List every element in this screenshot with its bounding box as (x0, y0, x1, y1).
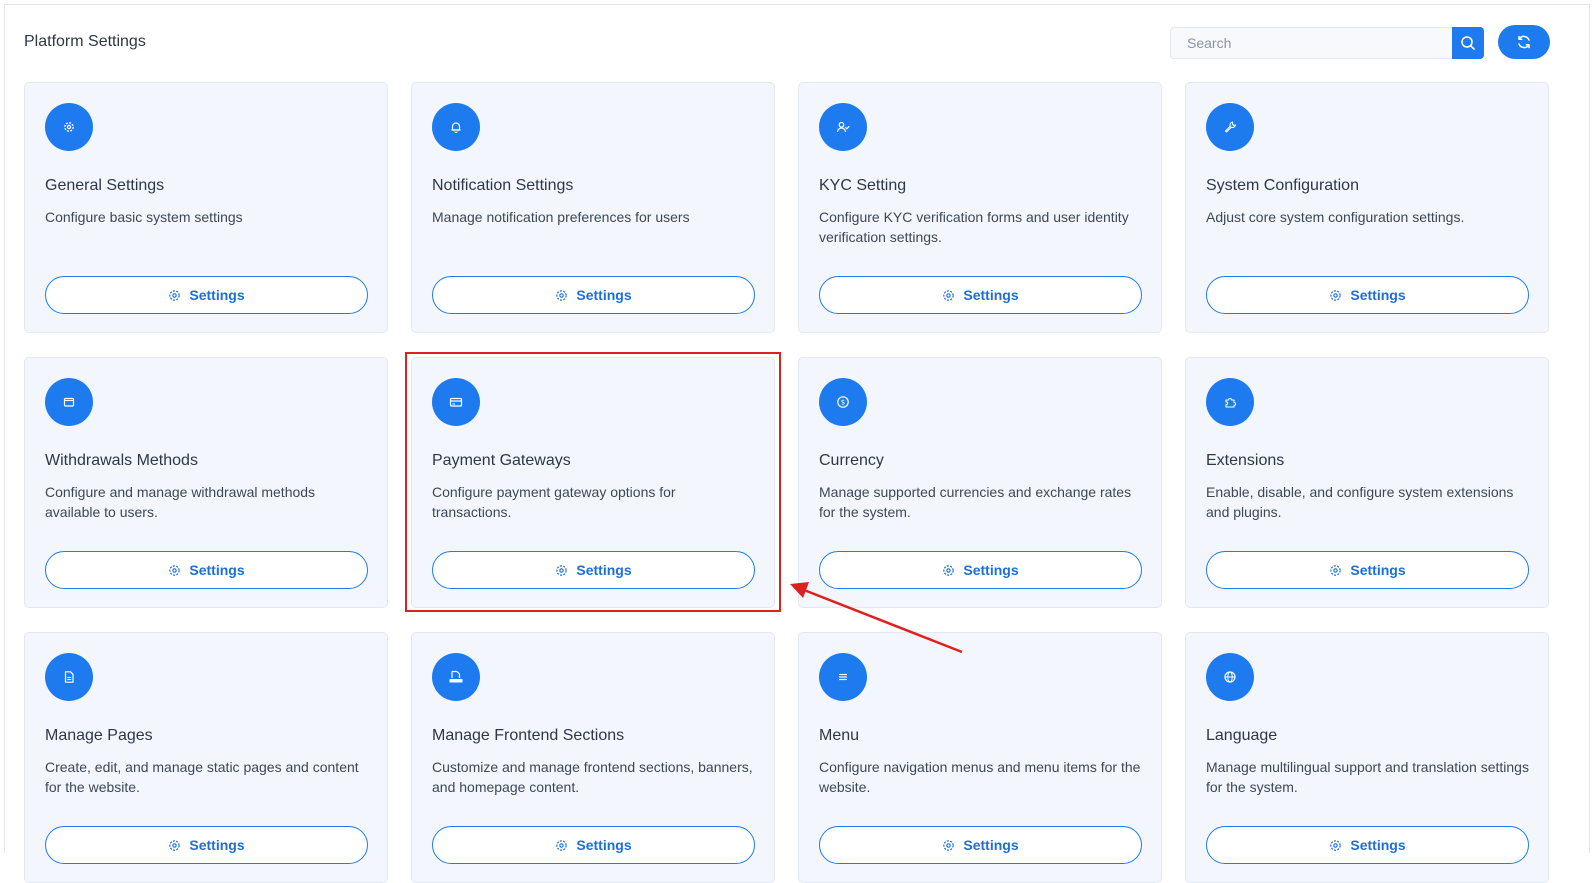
card-description: Enable, disable, and configure system ex… (1206, 484, 1514, 520)
card-title: Extensions (1206, 452, 1285, 469)
settings-button[interactable]: Settings (819, 826, 1142, 864)
card-description: Configure KYC verification forms and use… (819, 209, 1129, 245)
gear-icon (1330, 289, 1342, 301)
card-description: Configure payment gateway options for tr… (432, 484, 676, 520)
html-file-icon (432, 653, 480, 701)
card-title: Menu (819, 727, 860, 744)
card-manage-pages: Manage Pages Create, edit, and manage st… (24, 632, 388, 883)
refresh-icon (1518, 35, 1530, 49)
card-title: KYC Setting (819, 177, 907, 194)
card-title: System Configuration (1206, 177, 1359, 194)
card-description: Manage notification preferences for user… (432, 209, 690, 225)
settings-button-label: Settings (189, 287, 245, 303)
card-title: Manage Pages (45, 727, 153, 744)
settings-button[interactable]: Settings (45, 551, 368, 589)
svg-text:$: $ (841, 399, 845, 407)
card-description: Configure and manage withdrawal methods … (45, 484, 316, 520)
settings-button-label: Settings (1350, 562, 1406, 578)
settings-button[interactable]: Settings (432, 826, 755, 864)
gear-icon (556, 289, 568, 301)
settings-button[interactable]: Settings (432, 551, 755, 589)
card-title: Withdrawals Methods (45, 452, 198, 469)
gear-icon (556, 564, 568, 576)
settings-button-label: Settings (576, 837, 632, 853)
card-notification-settings: Notification Settings Manage notificatio… (411, 82, 775, 333)
card-title: Notification Settings (432, 177, 574, 194)
settings-button-label: Settings (963, 562, 1019, 578)
card-manage-frontend-sections: Manage Frontend Sections Customize and m… (411, 632, 775, 883)
settings-button[interactable]: Settings (819, 551, 1142, 589)
gear-icon (169, 289, 181, 301)
card-description: Manage supported currencies and exchange… (819, 484, 1132, 520)
settings-button-label: Settings (189, 562, 245, 578)
gear-icon (169, 839, 181, 851)
card-title: Manage Frontend Sections (432, 727, 625, 744)
card-title: Language (1206, 727, 1278, 744)
search-bar (1170, 27, 1484, 59)
search-icon (1461, 36, 1475, 50)
gear-icon (1330, 564, 1342, 576)
card-withdrawals-methods: Withdrawals Methods Configure and manage… (24, 357, 388, 608)
card-description: Configure navigation menus and menu item… (819, 759, 1141, 795)
dollar-circle-icon: $ (819, 378, 867, 426)
credit-card-icon (432, 378, 480, 426)
card-payment-gateways: Payment Gateways Configure payment gatew… (411, 357, 775, 608)
card-currency: $ Currency Manage supported currencies a… (798, 357, 1162, 608)
card-description: Create, edit, and manage static pages an… (45, 759, 359, 795)
file-icon (45, 653, 93, 701)
menu-icon (819, 653, 867, 701)
card-title: General Settings (45, 177, 165, 194)
settings-button-label: Settings (963, 287, 1019, 303)
gear-icon (1330, 839, 1342, 851)
settings-button[interactable]: Settings (819, 276, 1142, 314)
page-header: Platform Settings (5, 5, 1589, 81)
card-description: Configure basic system settings (45, 209, 243, 225)
wallet-icon (45, 378, 93, 426)
settings-button-label: Settings (576, 562, 632, 578)
card-kyc-setting: KYC Setting Configure KYC verification f… (798, 82, 1162, 333)
settings-button-label: Settings (963, 837, 1019, 853)
refresh-button[interactable] (1498, 25, 1550, 59)
settings-button-label: Settings (189, 837, 245, 853)
settings-button-label: Settings (1350, 287, 1406, 303)
globe-icon (1206, 653, 1254, 701)
card-system-configuration: System Configuration Adjust core system … (1185, 82, 1549, 333)
gear-icon (169, 564, 181, 576)
settings-button[interactable]: Settings (1206, 276, 1529, 314)
settings-button[interactable]: Settings (432, 276, 755, 314)
user-check-icon (819, 103, 867, 151)
page-title: Platform Settings (24, 33, 146, 50)
settings-button[interactable]: Settings (1206, 826, 1529, 864)
settings-button[interactable]: Settings (45, 826, 368, 864)
gear-icon (943, 839, 955, 851)
wrench-icon (1206, 103, 1254, 151)
card-description: Manage multilingual support and translat… (1206, 759, 1529, 795)
card-general-settings: General Settings Configure basic system … (24, 82, 388, 333)
card-description: Adjust core system configuration setting… (1206, 209, 1465, 225)
search-input[interactable] (1170, 27, 1452, 59)
gear-icon (45, 103, 93, 151)
card-title: Payment Gateways (432, 452, 571, 469)
card-title: Currency (819, 452, 884, 469)
card-extensions: Extensions Enable, disable, and configur… (1185, 357, 1549, 608)
platform-settings-page: Platform Settings Ge (4, 4, 1590, 883)
bell-icon (432, 103, 480, 151)
card-menu: Menu Configure navigation menus and menu… (798, 632, 1162, 883)
card-description: Customize and manage frontend sections, … (432, 759, 753, 795)
settings-button-label: Settings (1350, 837, 1406, 853)
gear-icon (943, 289, 955, 301)
puzzle-icon (1206, 378, 1254, 426)
card-language: Language Manage multilingual support and… (1185, 632, 1549, 883)
settings-button-label: Settings (576, 287, 632, 303)
settings-button[interactable]: Settings (1206, 551, 1529, 589)
settings-card-grid: General Settings Configure basic system … (24, 82, 1549, 883)
settings-button[interactable]: Settings (45, 276, 368, 314)
search-button[interactable] (1452, 27, 1484, 59)
gear-icon (943, 564, 955, 576)
gear-icon (556, 839, 568, 851)
